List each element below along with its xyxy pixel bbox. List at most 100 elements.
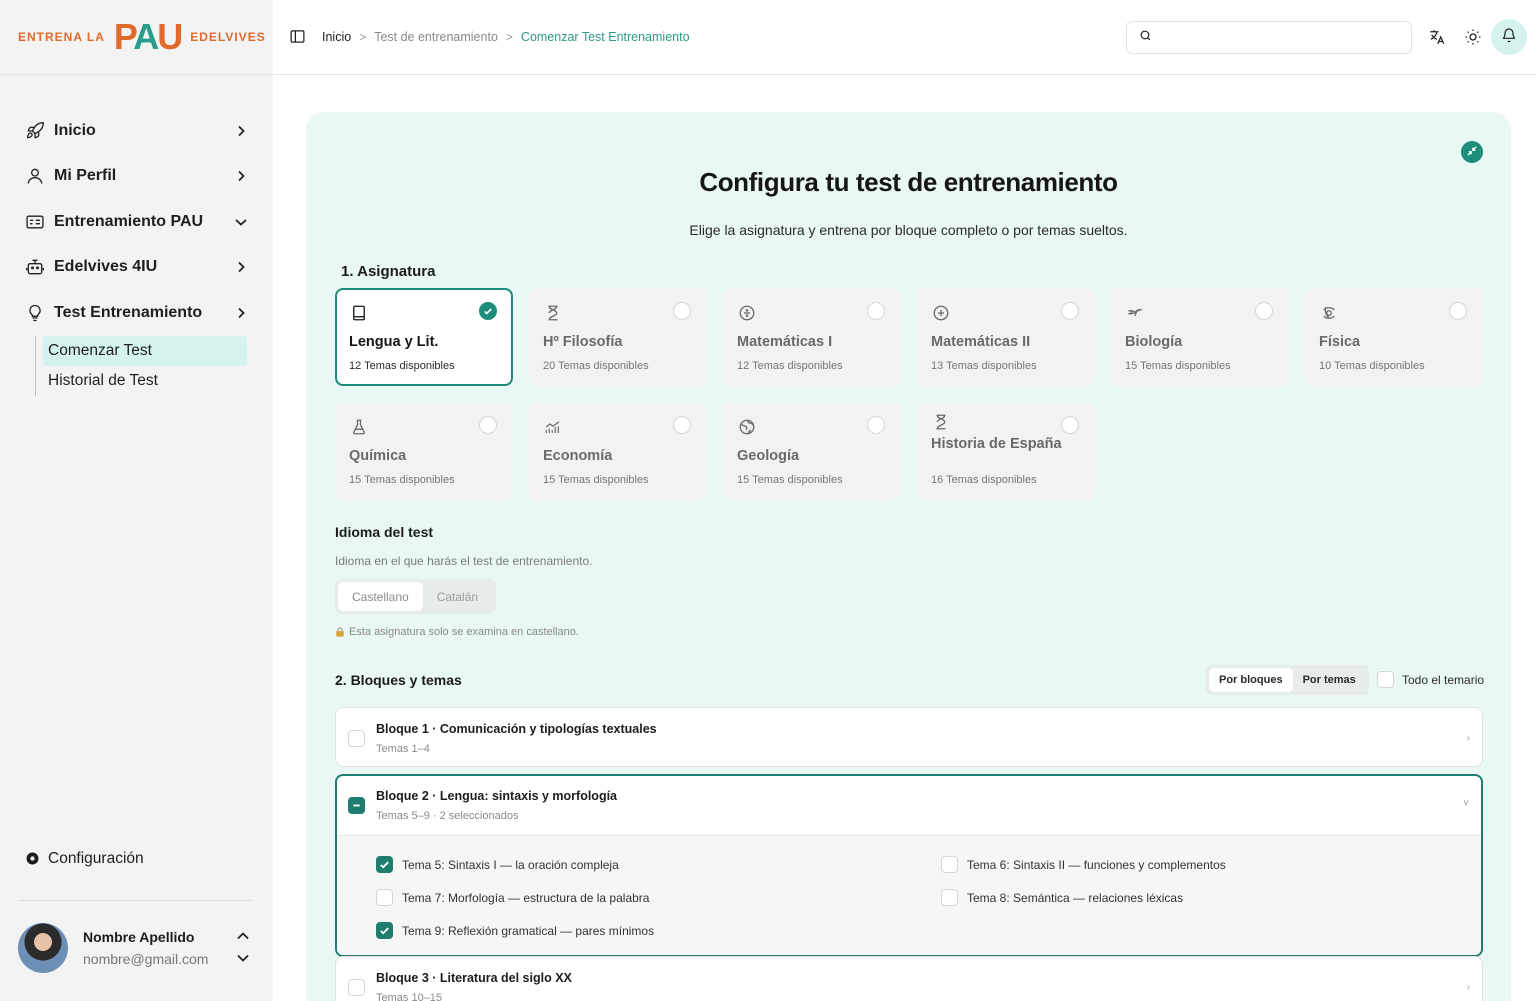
subject-name: Matemáticas I [737,334,833,350]
brand-right-text: EDELVIVES [190,30,266,44]
subject-card-quimica[interactable]: Química 15 Temas disponibles [335,402,513,500]
mode-option-temas[interactable]: Por temas [1293,668,1366,692]
sidebar-item-label: Inicio [54,121,96,139]
subject-name: Matemáticas II [931,334,1031,350]
collapse-button[interactable] [1461,141,1483,163]
user-profile[interactable]: Nombre Apellido nombre@gmail.com [18,922,254,974]
sidebar-subitem-historial-test[interactable]: Historial de Test [43,366,247,396]
chevron-right-icon [233,123,249,139]
breadcrumb-inicio[interactable]: Inicio [322,30,351,44]
subject-radio[interactable] [1061,416,1079,434]
subject-card-biologia[interactable]: Biología 15 Temas disponibles [1111,288,1289,386]
sidebar-item-test-entrenamiento[interactable]: Test Entrenamiento [24,290,249,336]
subject-radio[interactable] [673,416,691,434]
tema-item[interactable]: Tema 5: Sintaxis I — la oración compleja [337,848,901,881]
subject-card-fisica[interactable]: Física 10 Temas disponibles [1305,288,1483,386]
tema-item[interactable]: Tema 7: Morfología — estructura de la pa… [337,881,901,914]
sidebar-nav: Inicio Mi Perfil Entrenamiento PAU Edelv… [24,108,249,336]
tema-item[interactable]: Tema 6: Sintaxis II — funciones y comple… [901,848,1441,881]
lightbulb-icon [24,302,46,324]
bloque-header[interactable]: Bloque 2 · Lengua: sintaxis y morfología… [337,776,1481,835]
tema-item[interactable]: Tema 8: Semántica — relaciones léxicas [901,881,1441,914]
subject-card-economia[interactable]: Economía 15 Temas disponibles [529,402,707,500]
language-option-castellano[interactable]: Castellano [338,582,423,611]
mode-option-bloques[interactable]: Por bloques [1209,668,1293,692]
todo-temario-label: Todo el temario [1402,672,1485,687]
subject-card-matematicas-ii[interactable]: Matemáticas II 13 Temas disponibles [917,288,1095,386]
breadcrumb-test-entrenamiento[interactable]: Test de entrenamiento [374,30,498,44]
subject-count: 15 Temas disponibles [543,474,649,486]
checkbox[interactable] [1377,671,1394,688]
subject-card-geologia[interactable]: Geología 15 Temas disponibles [723,402,901,500]
user-name: Nombre Apellido [83,929,195,945]
orbit-icon [1319,303,1339,323]
config-link[interactable]: Configuración [26,850,144,868]
robot-icon [24,256,46,278]
bloque-temas-list: Tema 5: Sintaxis I — la oración compleja… [337,835,1481,955]
chevron-right-icon[interactable]: › [1467,982,1470,993]
subject-radio[interactable] [673,302,691,320]
tema-checkbox[interactable] [376,856,393,873]
hourglass-icon [543,303,563,323]
bloque-checkbox-partial[interactable] [348,797,365,814]
subject-radio[interactable] [1255,302,1273,320]
user-icon [24,165,46,187]
config-label: Configuración [48,850,144,867]
bloque-checkbox[interactable] [348,979,365,996]
section-bloques-title: 2. Bloques y temas [335,672,462,688]
sidebar-toggle-icon[interactable] [289,28,307,46]
brand-logo[interactable]: ENTRENA LA PAU EDELVIVES [18,18,266,56]
tema-item[interactable]: Tema 9: Reflexión gramatical — pares mín… [337,914,901,947]
subject-radio[interactable] [867,302,885,320]
subject-name: Geología [737,448,800,464]
tema-checkbox[interactable] [941,889,958,906]
bloque-header[interactable]: Bloque 3 · Literatura del siglo XX Temas… [336,957,1482,1001]
book-icon [349,303,369,323]
search-input[interactable] [1160,30,1411,45]
chevron-down-icon[interactable]: ˅ [1463,798,1469,809]
sidebar-item-entrenamiento-pau[interactable]: Entrenamiento PAU [24,199,249,245]
language-title: Idioma del test [335,524,434,540]
subject-radio[interactable] [1061,302,1079,320]
language-toggle: Castellano Catalán [335,579,496,614]
translate-icon[interactable] [1426,26,1448,48]
chevron-down-icon [233,214,249,230]
subject-count: 15 Temas disponibles [349,474,455,486]
tema-checkbox[interactable] [941,856,958,873]
flask-icon [349,417,369,437]
tema-checkbox[interactable] [376,889,393,906]
subject-radio[interactable] [479,416,497,434]
todo-temario-checkbox[interactable]: Todo el temario [1377,671,1484,688]
language-description: Idioma en el que harás el test de entren… [335,554,593,568]
globe-icon [737,417,757,437]
search-box[interactable] [1126,21,1412,54]
bloque-title: Bloque 1 · Comunicación y tipologías tex… [376,722,657,736]
subject-radio[interactable] [1449,302,1467,320]
sun-icon[interactable] [1462,26,1484,48]
sidebar-subitem-comenzar-test[interactable]: Comenzar Test [43,336,247,366]
subject-card-lengua[interactable]: Lengua y Lit. 12 Temas disponibles [335,288,513,386]
bloque-3: Bloque 3 · Literatura del siglo XX Temas… [335,956,1483,1001]
sidebar-item-inicio[interactable]: Inicio [24,108,249,154]
subject-card-historia[interactable]: Historia de España 16 Temas disponibles [917,402,1095,500]
sidebar-item-edelvives-4iu[interactable]: Edelvives 4IU [24,245,249,291]
chevron-right-icon[interactable]: › [1467,733,1470,744]
user-divider [18,900,252,901]
subject-card-filosofia[interactable]: Hº Filosofía 20 Temas disponibles [529,288,707,386]
rocket-icon [24,120,46,142]
subject-radio[interactable] [479,302,497,320]
language-option-catalan[interactable]: Catalán [423,582,492,611]
tema-checkbox[interactable] [376,922,393,939]
subject-name: Historia de España [931,436,1062,452]
chevron-right-icon [233,168,249,184]
user-menu-toggle[interactable] [236,928,250,968]
bloque-subtitle: Temas 1–4 [376,743,430,755]
brand-left-text: ENTRENA LA [18,30,105,44]
subject-radio[interactable] [867,416,885,434]
subject-card-matematicas-i[interactable]: Matemáticas I 12 Temas disponibles [723,288,901,386]
bloque-header[interactable]: Bloque 1 · Comunicación y tipologías tex… [336,708,1482,766]
notifications-button[interactable] [1491,19,1527,55]
bloque-checkbox[interactable] [348,730,365,747]
sidebar-item-mi-perfil[interactable]: Mi Perfil [24,154,249,200]
hourglass-icon [931,412,951,432]
